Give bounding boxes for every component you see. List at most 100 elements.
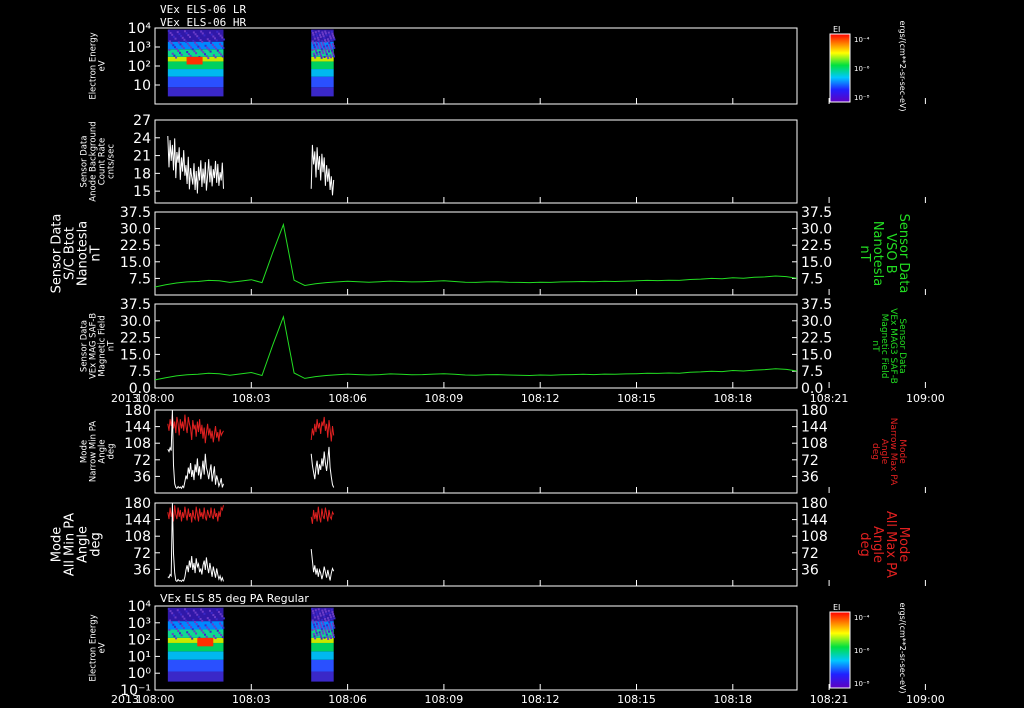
heat-speck-p7-1-37 [326,626,329,629]
heat-speck-p1-1-26 [325,51,328,54]
y-tick-label-right-p3-3: 15.0 [801,255,832,271]
x-tick-label-top-2: 108:06 [328,392,367,405]
heat-speck-p7-1-67 [328,623,331,626]
heat-speck-p1-1-21 [328,33,331,36]
heat-speck-p1-1-36 [318,32,321,35]
y-axis-label-p7-1: eV [98,642,108,653]
heat-speck-p7-1-41 [315,630,318,633]
colorbar-p1 [829,33,851,103]
heat-speck-p1-1-76 [313,37,316,40]
heat-speck-p7-1-44 [317,617,320,620]
heat-speck-p1-1-39 [320,48,323,51]
heat-speck-p7-1-36 [318,610,321,613]
heat-speck-p7-0-44 [183,617,186,620]
heat-speck-p1-0-59 [214,37,217,40]
heat-speck-p1-1-57 [313,35,316,38]
heat-speck-p7-1-85 [321,609,324,612]
heat-band-p7-0-3 [167,642,224,652]
heat-speck-p7-1-39 [320,628,323,631]
heat-speck-p7-1-56 [327,628,330,631]
heat-speck-p7-1-72 [325,612,328,615]
heat-speck-p7-1-12 [321,618,324,621]
heat-speck-p7-1-76 [313,616,316,619]
heat-speck-p1-1-35 [332,45,335,48]
heat-speck-p7-1-78 [330,618,333,621]
heat-speck-p1-0-57 [172,35,175,38]
heat-speck-p7-0-5 [215,627,218,630]
heat-speck-p7-1-50 [322,623,325,626]
heat-speck-p7-1-63 [318,619,321,622]
heat-speck-p7-0-25 [181,615,184,618]
heat-speck-p7-0-7 [200,629,203,632]
heat-speck-p1-0-79 [180,53,183,56]
heat-speck-p1-0-89 [219,34,222,37]
heat-speck-p1-1-15 [323,55,326,58]
heat-speck-p1-1-50 [322,43,325,46]
heat-speck-p7-0-43 [218,631,221,634]
heat-speck-p7-1-86 [329,625,332,628]
heat-speck-p1-0-3 [173,46,176,49]
heat-speck-p7-0-68 [176,609,179,612]
series-p6-red-0-1 [310,506,335,524]
y-tick-label-right-p4-3: 15.0 [801,347,832,363]
heat-speck-p1-1-22 [314,48,317,51]
heat-speck-p7-0-24 [216,629,219,632]
heat-speck-p7-1-5 [330,627,333,630]
x-tick-label-bottom-6: 108:18 [713,693,752,706]
heat-speck-p7-0-61 [199,617,202,620]
heat-speck-p7-0-0 [167,608,170,610]
heat-speck-p1-0-52 [181,45,184,48]
heat-speck-p7-0-27 [222,617,225,620]
heat-speck-p1-0-34 [200,30,203,33]
heat-speck-p7-1-38 [312,612,315,615]
panel-frame-p1 [154,27,798,105]
heat-speck-p1-0-82 [186,42,189,45]
panel-title-p7: VEx ELS 85 deg PA Regular [160,592,309,605]
heat-speck-p1-0-6 [180,34,183,37]
heat-speck-p1-1-55 [319,34,322,37]
heat-speck-p1-0-45 [204,53,207,56]
heat-speck-p1-1-85 [321,31,324,34]
y-tick-label-p2-3: 18 [133,166,151,182]
y-axis-label-p1-1: eV [98,60,108,71]
heat-speck-p1-1-19 [311,31,314,34]
y-axis-label-p5-3: deg [107,443,117,459]
heat-speck-p1-0-44 [183,38,186,41]
heat-speck-p1-0-16 [219,43,222,46]
heat-speck-p7-0-81 [221,636,224,639]
heat-speck-p1-1-42 [323,37,326,40]
heat-speck-p1-1-43 [331,51,334,54]
heat-speck-p7-1-43 [331,631,334,634]
colorbar-tick-p7-2: 10⁻⁸ [854,680,870,688]
y-tick-label-p2-1: 24 [133,131,151,147]
heat-speck-p1-0-55 [187,34,190,37]
heat-speck-p1-0-27 [222,38,225,41]
heat-speck-p1-1-80 [324,40,327,43]
heat-speck-p1-0-80 [201,40,204,43]
heat-speck-p7-1-13 [329,634,332,637]
y-axis-label-right-p4-3: nT [870,340,880,352]
y-tick-label-p6-3: 72 [133,546,151,562]
heat-speck-p7-0-23 [196,613,199,616]
colorbar-units-p7: ergs/(cm**2-sr-sec-eV) [898,602,907,693]
heat-speck-p1-1-84 [313,44,316,47]
heat-speck-p7-1-65 [312,621,315,624]
y-tick-label-right-p4-4: 7.5 [801,364,823,380]
heat-speck-p1-1-49 [314,56,317,59]
heat-speck-p1-1-72 [325,34,328,37]
y-tick-label-p6-2: 108 [124,529,151,545]
heat-speck-p1-0-22 [175,48,178,51]
heat-band-p1-1-1 [311,76,334,88]
heat-speck-p7-0-28 [187,633,190,636]
heat-speck-p1-1-73 [311,48,314,51]
heat-speck-p7-1-23 [322,613,325,616]
heat-speck-p7-0-22 [175,627,178,630]
heat-speck-p1-1-63 [318,40,321,43]
heat-speck-p7-0-36 [185,610,188,613]
heat-speck-p7-0-60 [178,632,181,635]
heat-speck-p1-0-42 [197,37,200,40]
heat-speck-p7-0-39 [191,628,194,631]
heat-speck-p7-0-85 [192,609,195,612]
heat-speck-p1-0-36 [185,32,188,35]
heat-speck-p1-0-58 [193,50,196,53]
